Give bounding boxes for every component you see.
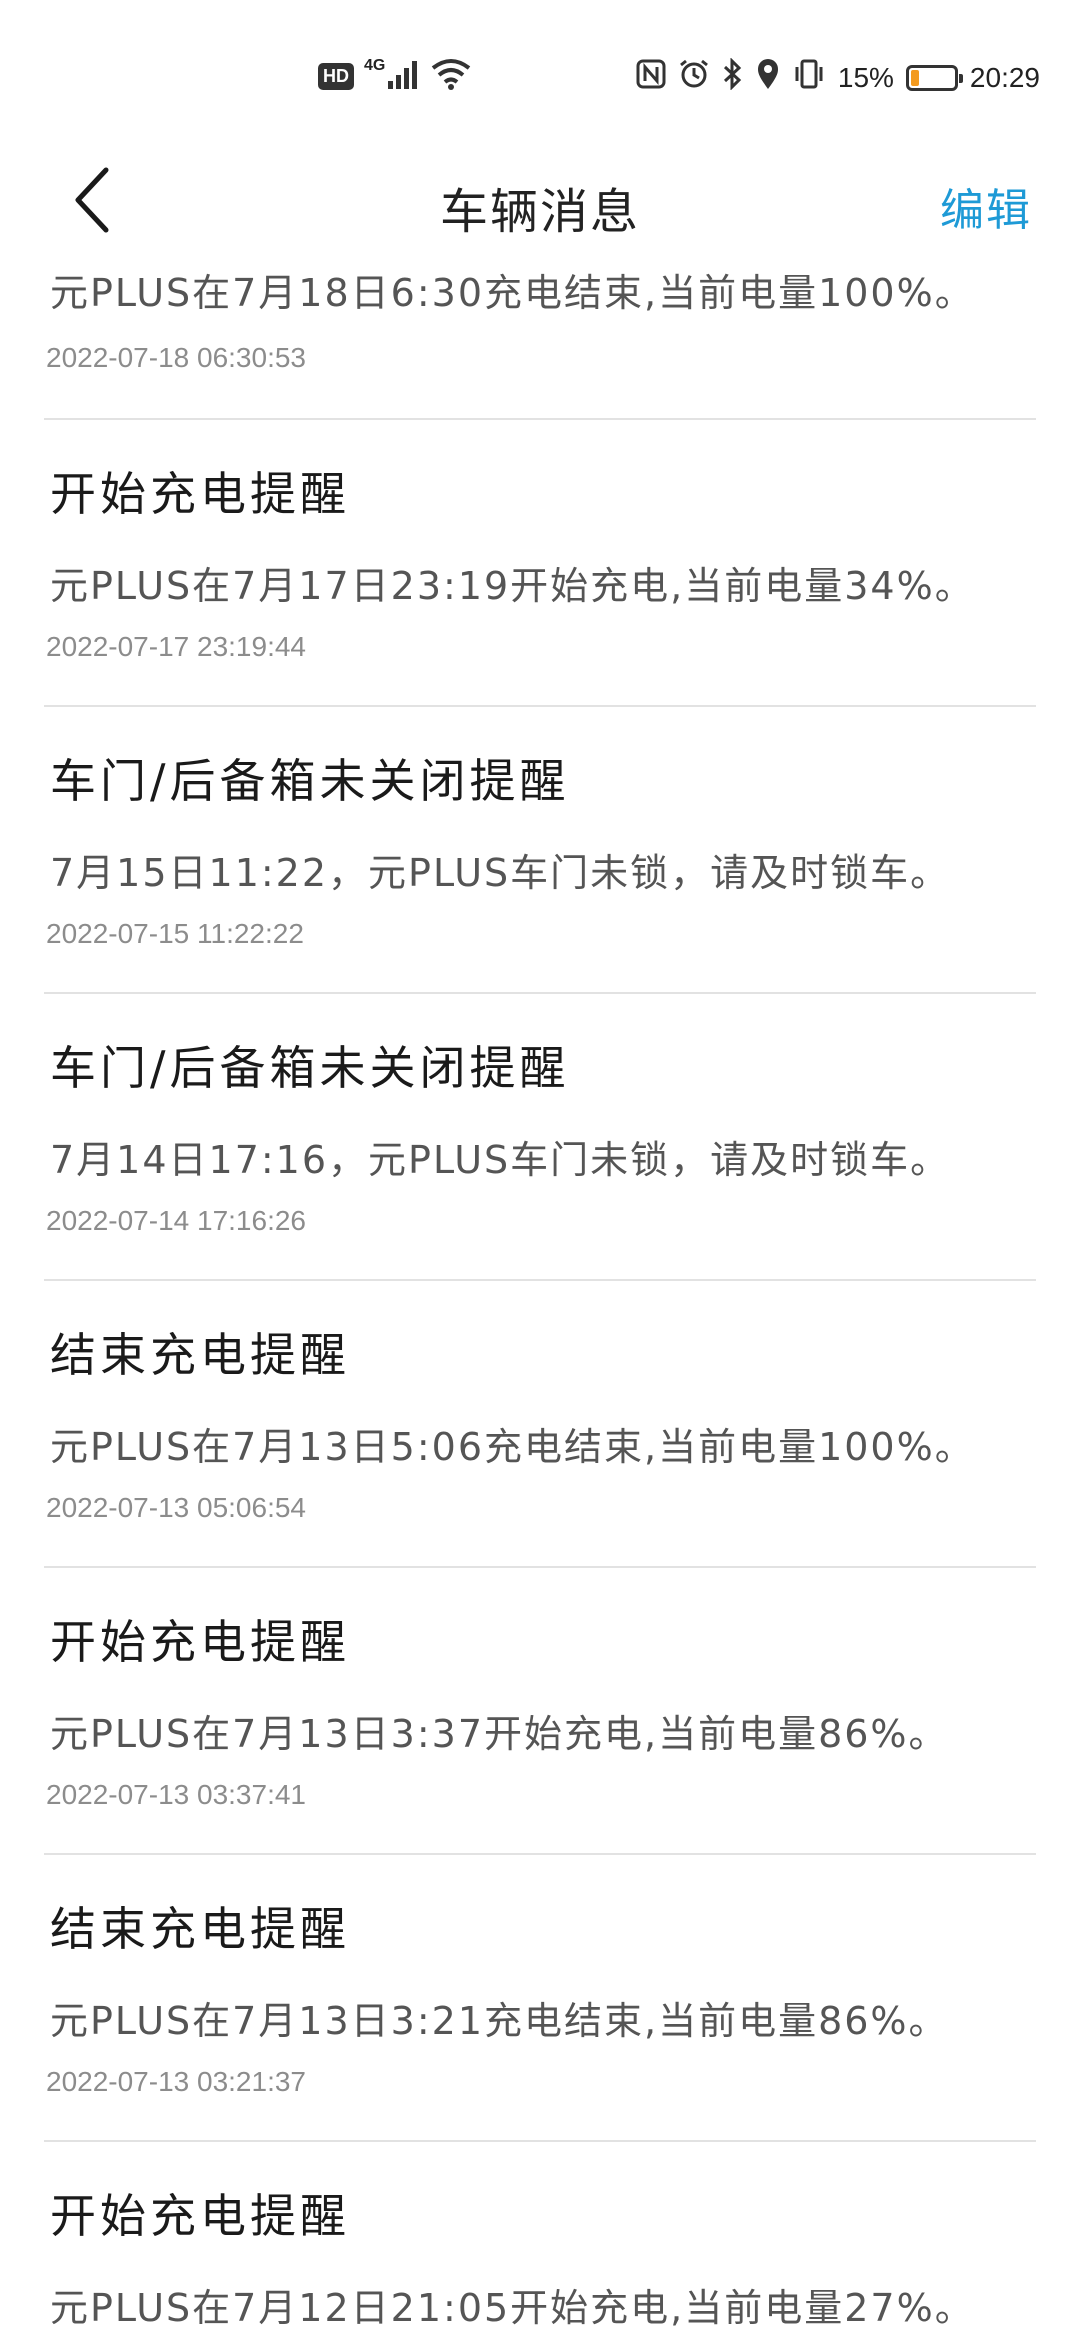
- message-body: 元PLUS在7月18日6:30充电结束,当前电量100%。: [50, 271, 975, 315]
- message-item[interactable]: 结束充电提醒 元PLUS在7月13日5:06充电结束,当前电量100%。 202…: [44, 1281, 1036, 1568]
- location-icon: [756, 58, 780, 98]
- message-time: 2022-07-14 17:16:26: [46, 1205, 306, 1236]
- message-item[interactable]: 开始充电提醒 元PLUS在7月17日23:19开始充电,当前电量34%。 202…: [44, 420, 1036, 707]
- battery-percent: 15%: [837, 62, 894, 93]
- alarm-icon: [678, 58, 710, 98]
- message-time: 2022-07-18 06:30:53: [46, 342, 306, 373]
- page-title: 车辆消息: [439, 184, 640, 240]
- battery-level-fill: [910, 70, 919, 86]
- message-item[interactable]: 车门/后备箱未关闭提醒 7月14日17:16，元PLUS车门未锁，请及时锁车。 …: [44, 994, 1036, 1281]
- message-item[interactable]: 元PLUS在7月18日6:30充电结束,当前电量100%。 2022-07-18…: [44, 250, 1036, 420]
- message-item[interactable]: 车门/后备箱未关闭提醒 7月15日11:22，元PLUS车门未锁，请及时锁车。 …: [44, 707, 1036, 994]
- message-time: 2022-07-17 23:19:44: [46, 631, 306, 662]
- message-item[interactable]: 开始充电提醒 元PLUS在7月13日3:37开始充电,当前电量86%。 2022…: [44, 1568, 1036, 1855]
- message-time: 2022-07-13 03:21:37: [46, 2066, 306, 2097]
- message-body: 元PLUS在7月17日23:19开始充电,当前电量34%。: [50, 564, 975, 608]
- network-type-label: 4G: [364, 57, 386, 74]
- message-body: 7月14日17:16，元PLUS车门未锁，请及时锁车。: [50, 1138, 951, 1182]
- message-time: 2022-07-15 11:22:22: [46, 918, 304, 949]
- status-bar: HD 4G 15% 20:29: [0, 0, 1080, 150]
- status-bar-left: HD 4G: [318, 57, 471, 94]
- message-body: 7月15日11:22，元PLUS车门未锁，请及时锁车。: [50, 851, 951, 895]
- message-title: 结束充电提醒: [50, 1328, 350, 1382]
- message-title: 车门/后备箱未关闭提醒: [50, 1041, 570, 1095]
- message-title: 结束充电提醒: [50, 1902, 350, 1956]
- message-body: 元PLUS在7月13日5:06充电结束,当前电量100%。: [50, 1425, 975, 1469]
- signal-icon: [387, 59, 421, 93]
- app-header: 车辆消息 编辑: [0, 150, 1080, 250]
- hd-badge: HD: [318, 62, 354, 90]
- message-title: 开始充电提醒: [50, 1615, 350, 1669]
- message-body: 元PLUS在7月12日21:05开始充电,当前电量27%。: [50, 2286, 975, 2330]
- message-title: 开始充电提醒: [50, 467, 350, 521]
- clock: 20:29: [969, 62, 1040, 93]
- message-list[interactable]: 元PLUS在7月18日6:30充电结束,当前电量100%。 2022-07-18…: [0, 250, 1080, 2340]
- message-item[interactable]: 结束充电提醒 元PLUS在7月13日3:21充电结束,当前电量86%。 2022…: [44, 1855, 1036, 2142]
- message-title: 开始充电提醒: [50, 2189, 350, 2243]
- vibrate-icon: [792, 58, 826, 98]
- wifi-icon: [431, 58, 471, 94]
- message-title: 车门/后备箱未关闭提醒: [50, 754, 570, 808]
- edit-button[interactable]: 编辑: [940, 174, 1032, 238]
- status-bar-right: 15% 20:29: [636, 57, 1040, 98]
- message-time: 2022-07-13 05:06:54: [46, 1492, 306, 1523]
- message-time: 2022-07-13 03:37:41: [46, 1779, 306, 1810]
- message-body: 元PLUS在7月13日3:37开始充电,当前电量86%。: [50, 1712, 949, 1756]
- message-item[interactable]: 开始充电提醒 元PLUS在7月12日21:05开始充电,当前电量27%。: [44, 2142, 1036, 2340]
- message-body: 元PLUS在7月13日3:21充电结束,当前电量86%。: [50, 1999, 949, 2043]
- battery-icon: [905, 65, 963, 91]
- bluetooth-icon: [722, 57, 744, 98]
- nfc-icon: [636, 59, 666, 97]
